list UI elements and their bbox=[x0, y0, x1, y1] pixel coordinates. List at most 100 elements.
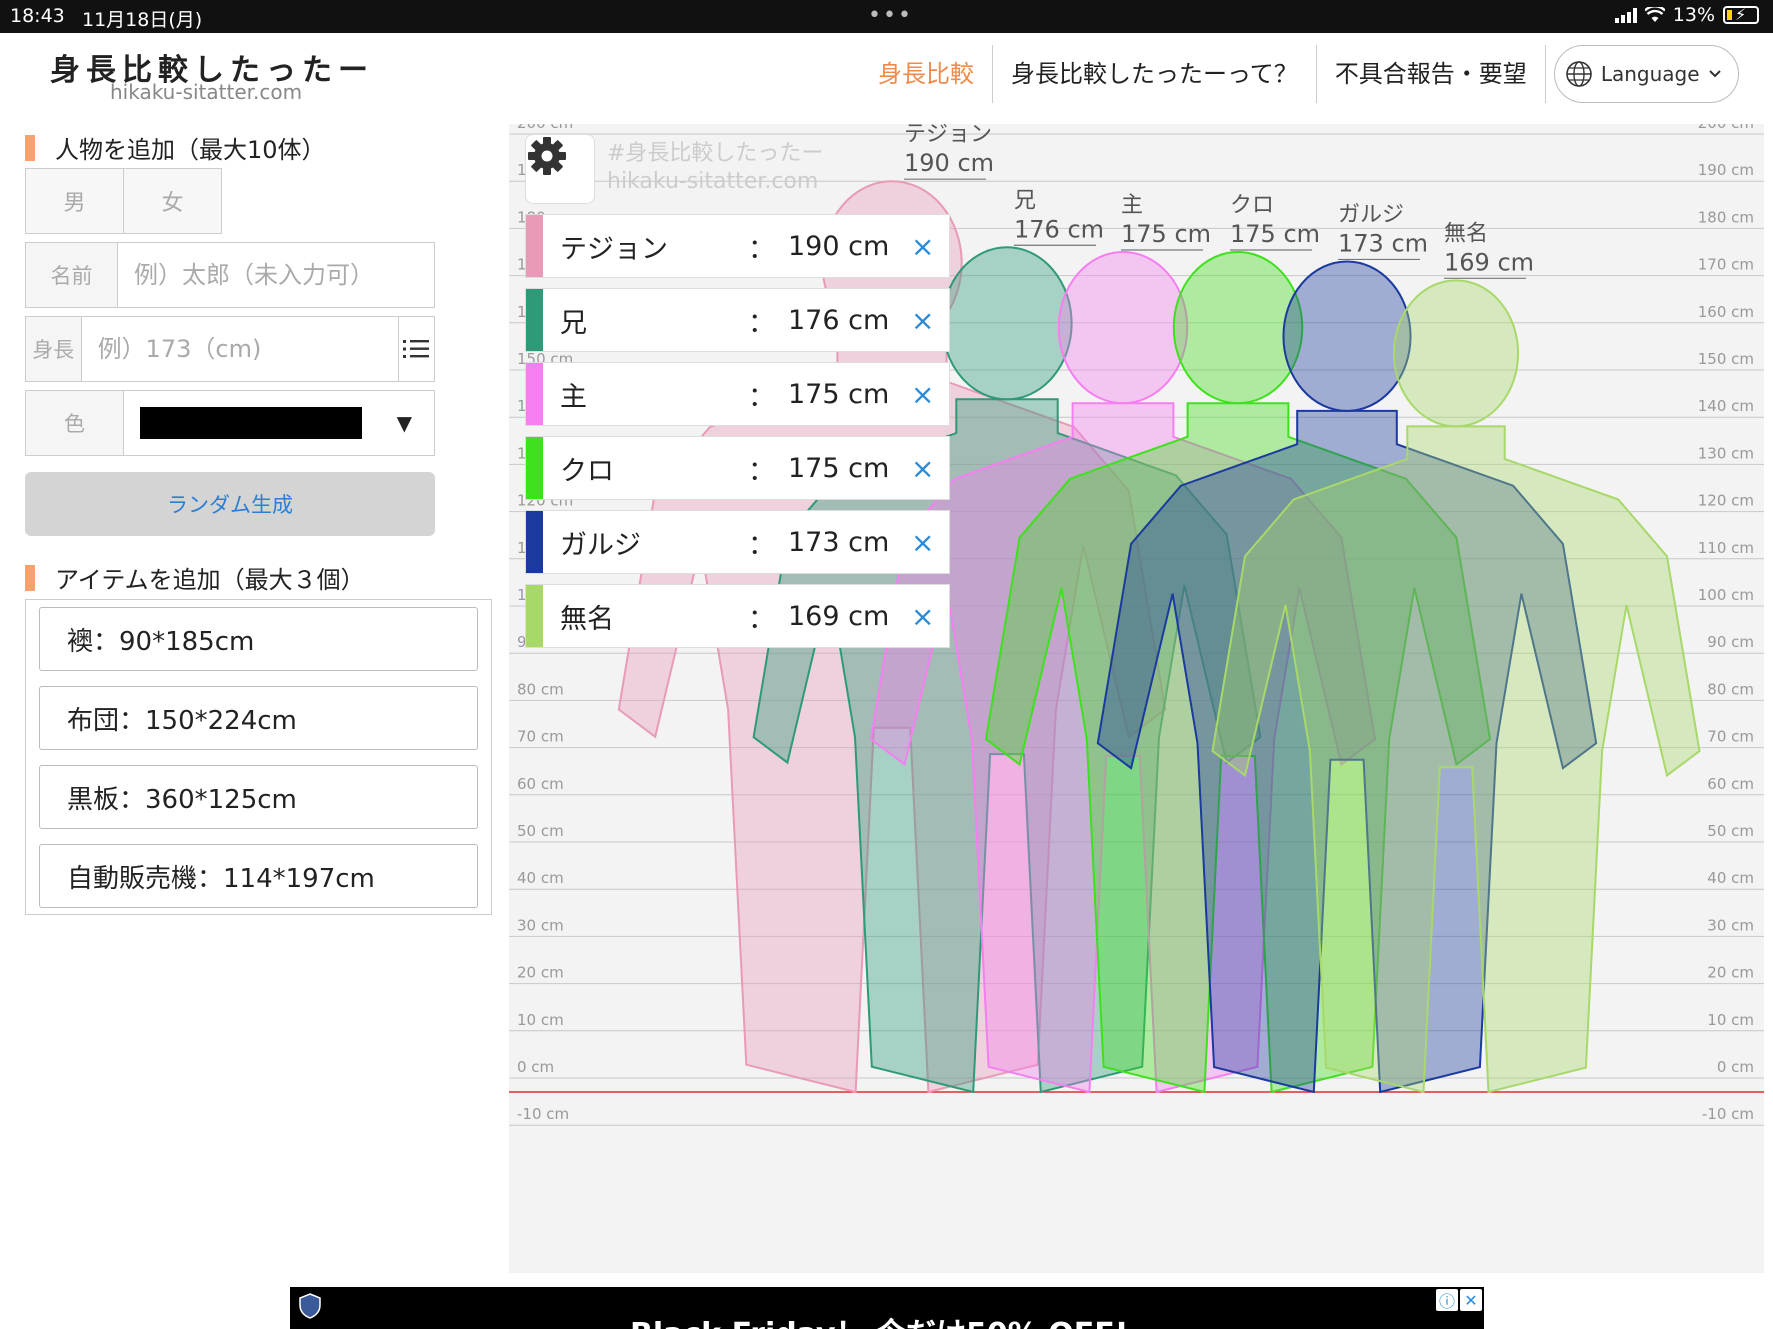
gear-icon bbox=[528, 137, 566, 175]
height-list-button[interactable] bbox=[397, 317, 434, 381]
item-futon[interactable]: 布団：150*224cm bbox=[39, 686, 478, 750]
figure-name-label: 兄 bbox=[1014, 188, 1036, 213]
add-item-title: アイテムを追加（最大３個） bbox=[25, 560, 365, 595]
status-date: 11月18日(月) bbox=[82, 9, 203, 31]
nav-height-compare[interactable]: 身長比較 bbox=[860, 45, 993, 103]
name-input[interactable] bbox=[118, 243, 434, 307]
person-color-swatch bbox=[526, 215, 543, 277]
y-tick-label-right: 110 cm bbox=[1698, 539, 1754, 557]
delete-person-icon[interactable]: × bbox=[911, 526, 934, 559]
delete-person-icon[interactable]: × bbox=[911, 230, 934, 263]
y-tick-label-right: 170 cm bbox=[1698, 256, 1754, 274]
y-tick-label-right: 200 cm bbox=[1698, 124, 1754, 132]
person-name: テジョン bbox=[560, 233, 668, 265]
person-color-swatch bbox=[526, 511, 543, 573]
person-height: 175 cm bbox=[788, 378, 890, 410]
person-row[interactable]: 主 ： 175 cm × bbox=[525, 362, 950, 426]
settings-gear-button[interactable] bbox=[525, 134, 595, 204]
y-tick-label-right: 140 cm bbox=[1698, 397, 1754, 415]
person-height: 173 cm bbox=[788, 526, 890, 558]
item-fusuma[interactable]: 襖：90*185cm bbox=[39, 607, 478, 671]
nav-about[interactable]: 身長比較したったーって？ bbox=[993, 45, 1317, 103]
shield-icon bbox=[299, 1293, 321, 1319]
person-row[interactable]: ガルジ ： 173 cm × bbox=[525, 510, 950, 574]
person-row[interactable]: クロ ： 175 cm × bbox=[525, 436, 950, 500]
language-button[interactable]: Language bbox=[1553, 45, 1739, 103]
person-silhouette-head bbox=[1392, 279, 1520, 428]
item-vending-machine[interactable]: 自動販売機：114*197cm bbox=[39, 844, 478, 908]
gender-female-button[interactable]: 女 bbox=[124, 169, 221, 233]
y-tick-label-right: 0 cm bbox=[1717, 1058, 1754, 1076]
y-tick-label-left: 80 cm bbox=[517, 680, 564, 698]
y-tick-label-right: 120 cm bbox=[1698, 492, 1754, 510]
y-tick-label-right: 60 cm bbox=[1707, 775, 1754, 793]
y-tick-label-right: 90 cm bbox=[1707, 633, 1754, 651]
delete-person-icon[interactable]: × bbox=[911, 378, 934, 411]
color-label: 色 bbox=[26, 391, 124, 455]
status-bar: 18:43 11月18日(月) ••• 13% ⚡ bbox=[0, 0, 1773, 33]
delete-person-icon[interactable]: × bbox=[911, 304, 934, 337]
site-domain: hikaku-sitatter.com bbox=[110, 80, 303, 104]
dropdown-arrow-icon: ▼ bbox=[396, 411, 412, 435]
delete-person-icon[interactable]: × bbox=[911, 452, 934, 485]
battery-percent: 13% bbox=[1672, 4, 1715, 26]
person-silhouette-head bbox=[1057, 251, 1189, 405]
figure-height-label: 169 cm bbox=[1444, 248, 1534, 276]
height-chart: 200 cm200 cm190 cm190 cm180 cm180 cm170 … bbox=[509, 124, 1764, 1273]
list-icon bbox=[403, 340, 430, 358]
person-name: 無名 bbox=[560, 603, 614, 635]
figure-height-label: 190 cm bbox=[904, 149, 994, 177]
person-color-swatch bbox=[526, 363, 543, 425]
figure-height-label: 173 cm bbox=[1338, 229, 1428, 257]
y-tick-label-left: 70 cm bbox=[517, 728, 564, 746]
person-name: ガルジ bbox=[560, 529, 641, 561]
nav-bug-report[interactable]: 不具合報告・要望 bbox=[1317, 45, 1546, 103]
y-tick-label-left: -10 cm bbox=[517, 1105, 569, 1123]
y-tick-label-right: 150 cm bbox=[1698, 350, 1754, 368]
person-row[interactable]: 無名 ： 169 cm × bbox=[525, 584, 950, 648]
person-name: クロ bbox=[560, 455, 614, 487]
y-tick-label-left: 40 cm bbox=[517, 869, 564, 887]
person-name: 主 bbox=[560, 381, 587, 413]
battery-icon: ⚡ bbox=[1723, 5, 1759, 24]
person-silhouette-head bbox=[1282, 260, 1412, 412]
color-swatch[interactable] bbox=[140, 407, 362, 439]
person-row[interactable]: テジョン ： 190 cm × bbox=[525, 214, 950, 278]
multitasking-dots-icon[interactable]: ••• bbox=[868, 3, 913, 28]
section-marker bbox=[25, 134, 35, 161]
person-name: 兄 bbox=[560, 307, 587, 339]
color-field[interactable]: 色 ▼ bbox=[25, 390, 435, 456]
gender-male-button[interactable]: 男 bbox=[26, 169, 124, 233]
y-tick-label-right: 190 cm bbox=[1698, 161, 1754, 179]
y-tick-label-right: 50 cm bbox=[1707, 822, 1754, 840]
y-tick-label-left: 30 cm bbox=[517, 916, 564, 934]
height-input[interactable] bbox=[81, 317, 398, 381]
ad-banner[interactable]: Black Friday！ 今だけ50% OFF! ⓘ ✕ bbox=[290, 1287, 1484, 1329]
person-row[interactable]: 兄 ： 176 cm × bbox=[525, 288, 950, 352]
name-field: 名前 bbox=[25, 242, 435, 308]
ad-text: Black Friday！ 今だけ50% OFF! bbox=[630, 1309, 1128, 1329]
random-generate-button[interactable]: ランダム生成 bbox=[25, 472, 435, 536]
y-tick-label-right: 80 cm bbox=[1707, 680, 1754, 698]
y-tick-label-left: 200 cm bbox=[517, 124, 573, 132]
y-tick-label-right: 100 cm bbox=[1698, 586, 1754, 604]
height-label: 身長 bbox=[26, 317, 82, 381]
item-blackboard[interactable]: 黒板：360*125cm bbox=[39, 765, 478, 829]
y-tick-label-left: 20 cm bbox=[517, 964, 564, 982]
y-tick-label-right: 180 cm bbox=[1698, 208, 1754, 226]
delete-person-icon[interactable]: × bbox=[911, 600, 934, 633]
globe-icon bbox=[1566, 61, 1592, 87]
person-color-swatch bbox=[526, 289, 543, 351]
figure-height-label: 175 cm bbox=[1230, 220, 1320, 248]
y-tick-label-right: 130 cm bbox=[1698, 444, 1754, 462]
ad-close-icon[interactable]: ✕ bbox=[1460, 1289, 1482, 1311]
person-color-swatch bbox=[526, 437, 543, 499]
ad-info-icon[interactable]: ⓘ bbox=[1436, 1289, 1458, 1311]
figure-height-label: 176 cm bbox=[1014, 215, 1104, 243]
height-field: 身長 bbox=[25, 316, 435, 382]
y-tick-label-right: -10 cm bbox=[1702, 1105, 1754, 1123]
section-marker bbox=[25, 564, 35, 591]
figure-name-label: 主 bbox=[1121, 193, 1143, 218]
cellular-signal-icon bbox=[1614, 7, 1637, 23]
wifi-icon bbox=[1644, 7, 1665, 22]
